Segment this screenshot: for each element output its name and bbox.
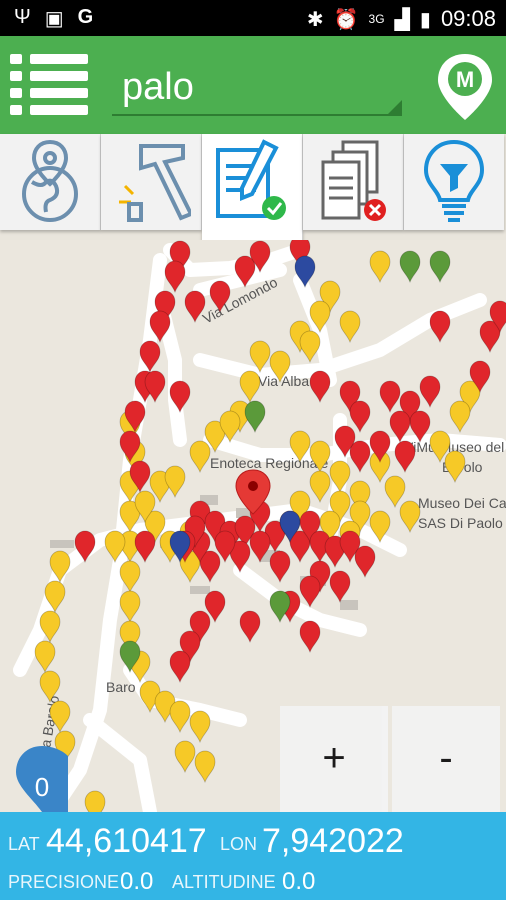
altitude-label: ALTITUDINE xyxy=(172,872,276,892)
tool-filter-bulb[interactable] xyxy=(404,134,504,230)
image-icon: ▣ xyxy=(44,8,64,30)
zoom-in-label: + xyxy=(322,736,346,780)
lon-label: LON xyxy=(220,834,258,854)
street-label: Museo Dei Ca xyxy=(418,495,506,511)
search-value: palo xyxy=(122,66,194,108)
lightbulb-filter-icon xyxy=(423,139,485,222)
status-bar: Ψ ▣ G ✱ ⏰ 3G ▟ ▮ 09:08 xyxy=(0,0,506,36)
dropdown-corner-icon xyxy=(388,100,402,114)
google-icon: G xyxy=(77,6,94,28)
bluetooth-icon: ✱ xyxy=(306,8,324,31)
app-logo-icon[interactable]: M xyxy=(436,52,494,122)
coordinates-panel: LAT 44,610417 LON 7,942022 PRECISIONE 0.… xyxy=(0,812,506,900)
clock: 09:08 xyxy=(440,6,496,31)
zoom-out-label: - xyxy=(439,736,453,780)
altitude-value: 0.0 xyxy=(282,868,316,895)
network-type: 3G xyxy=(368,12,385,26)
precision-value: 0.0 xyxy=(120,868,154,895)
street-label: SAS Di Paolo xyxy=(418,515,503,531)
app-bar: palo M xyxy=(0,36,506,134)
alarm-icon: ⏰ xyxy=(333,8,359,31)
tool-delete-documents[interactable] xyxy=(303,134,404,230)
street-label: Baro xyxy=(106,679,136,695)
lat-label: LAT xyxy=(8,834,40,854)
tool-globe-location[interactable] xyxy=(0,134,101,230)
tool-edit-document[interactable] xyxy=(202,134,303,240)
hammer-icon xyxy=(119,144,191,222)
tool-strip xyxy=(0,134,506,240)
globe-pin-icon xyxy=(22,139,78,222)
counter-value: 0 xyxy=(34,772,50,802)
street-label: Enoteca Regionale xyxy=(210,455,329,471)
precision-label: PRECISIONE xyxy=(8,872,120,892)
marker-counter[interactable]: 0 xyxy=(14,746,70,812)
tool-hammer[interactable] xyxy=(101,134,202,230)
signal-icon: ▟ xyxy=(394,8,410,31)
zoom-in-button[interactable]: + xyxy=(280,706,388,812)
search-field[interactable]: palo xyxy=(112,60,402,116)
lon-value: 7,942022 xyxy=(262,822,404,860)
poi-marker[interactable] xyxy=(84,790,106,812)
usb-icon: Ψ xyxy=(14,6,31,28)
svg-text:M: M xyxy=(456,67,474,92)
search-underline xyxy=(112,114,402,116)
zoom-out-button[interactable]: - xyxy=(392,706,500,812)
documents-delete-icon xyxy=(321,140,386,221)
battery-icon: ▮ xyxy=(419,8,431,31)
lat-value: 44,610417 xyxy=(46,822,207,860)
document-edit-check-icon xyxy=(216,139,286,220)
menu-list-icon[interactable] xyxy=(10,54,88,116)
